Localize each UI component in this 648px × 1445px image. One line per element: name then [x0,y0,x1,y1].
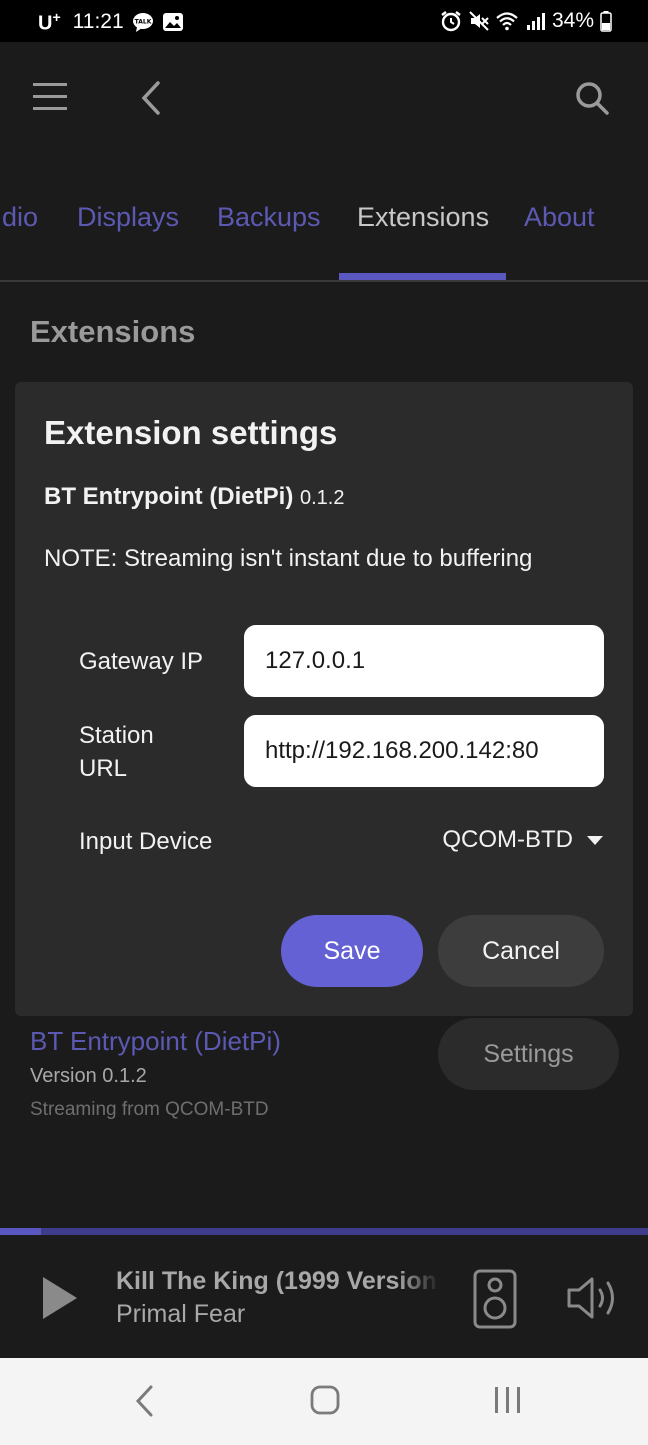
volume-icon[interactable] [566,1275,620,1321]
extension-version: Version 0.1.2 [30,1065,147,1087]
signal-icon [526,13,545,30]
app-bar [0,42,648,154]
system-nav-bar [0,1358,648,1445]
playback-progress-fill [0,1228,41,1235]
talk-icon: TALK [132,13,153,33]
tab-displays[interactable]: Displays [77,202,179,233]
tab-backups[interactable]: Backups [217,202,321,233]
settings-tabs: dio Displays Backups Extensions About [0,170,648,282]
track-title[interactable]: Kill The King (1999 Version) [116,1267,438,1296]
gateway-ip-field[interactable] [244,625,604,697]
battery-icon [600,11,612,32]
text-fade [554,715,604,787]
gateway-ip-label: Gateway IP [79,648,204,675]
nav-home-icon[interactable] [309,1384,341,1416]
cancel-button[interactable]: Cancel [438,915,604,987]
extension-settings-dialog: Extension settings BT Entrypoint (DietPi… [15,382,633,1016]
input-device-select[interactable]: QCOM-BTD [442,826,603,854]
tab-about[interactable]: About [524,202,595,233]
mute-icon [469,11,489,31]
nav-back-icon[interactable] [133,1384,157,1418]
nav-recents-icon[interactable] [493,1385,523,1415]
active-tab-indicator [339,273,506,280]
save-button[interactable]: Save [281,915,423,987]
dialog-title: Extension settings [44,414,338,451]
search-icon[interactable] [574,80,610,116]
wifi-icon [496,12,518,31]
now-playing-bar: Kill The King (1999 Version) Primal Fear [0,1235,648,1358]
dialog-extension-version: 0.1.2 [300,487,345,509]
page-title: Extensions [30,314,196,349]
carrier-label: U+ [38,9,61,35]
svg-text:TALK: TALK [134,19,151,26]
dialog-extension-name: BT Entrypoint (DietPi) 0.1.2 [44,483,345,510]
status-time: 11:21 [72,10,124,34]
dropdown-caret-icon [587,835,603,845]
input-device-label: Input Device [79,828,213,855]
input-device-value: QCOM-BTD [442,826,573,853]
track-title-fade [398,1265,440,1299]
status-bar: U+ 11:21 TALK 34% [0,0,648,42]
alarm-icon [441,11,461,32]
extension-status: Streaming from QCOM-BTD [30,1099,269,1120]
extension-settings-button[interactable]: Settings [438,1018,619,1090]
tab-extensions[interactable]: Extensions [357,202,489,233]
station-url-label: Station URL [79,722,154,782]
chevron-left-icon[interactable] [138,80,164,116]
playback-progress-bar[interactable] [0,1228,648,1235]
tab-audio[interactable]: dio [2,202,38,233]
dialog-note: NOTE: Streaming isn't instant due to buf… [44,545,533,572]
battery-percent: 34% [551,9,594,32]
station-url-field[interactable] [244,715,604,787]
gallery-icon [162,13,183,32]
extension-name[interactable]: BT Entrypoint (DietPi) [30,1026,281,1057]
hamburger-menu-icon[interactable] [32,80,68,114]
speaker-device-icon[interactable] [473,1269,517,1329]
play-icon[interactable] [40,1275,80,1321]
track-artist[interactable]: Primal Fear [116,1300,245,1329]
gateway-ip-input[interactable] [265,647,604,675]
